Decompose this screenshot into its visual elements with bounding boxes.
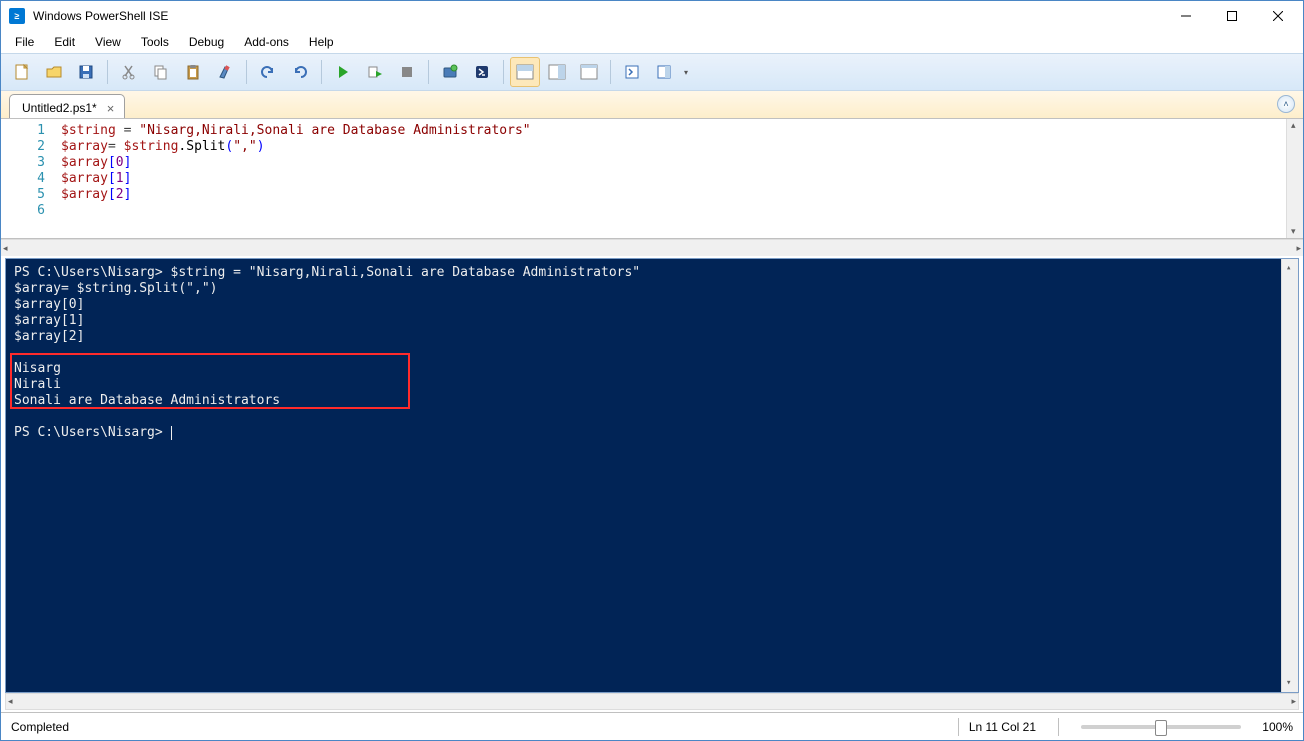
toolbar-separator: [503, 60, 504, 84]
save-icon: [77, 63, 95, 81]
app-icon: ≥: [9, 8, 25, 24]
powershell-icon: [473, 63, 491, 81]
show-script-max-button[interactable]: [574, 57, 604, 87]
stop-button[interactable]: [392, 57, 422, 87]
copy-button[interactable]: [146, 57, 176, 87]
script-tab[interactable]: Untitled2.ps1* ×: [9, 94, 125, 118]
redo-button[interactable]: [285, 57, 315, 87]
toolbar-separator: [107, 60, 108, 84]
toolbar-separator: [610, 60, 611, 84]
toolbar-overflow[interactable]: ▾: [681, 68, 691, 77]
show-script-top-button[interactable]: [510, 57, 540, 87]
remote-tab-icon: [441, 63, 459, 81]
console-pane: PS C:\Users\Nisarg> $string = "Nisarg,Ni…: [5, 258, 1299, 693]
editor-vertical-scrollbar[interactable]: [1286, 119, 1303, 238]
run-icon: [334, 63, 352, 81]
zoom-percent: 100%: [1253, 720, 1293, 734]
titlebar: ≥ Windows PowerShell ISE: [1, 1, 1303, 31]
cut-icon: [120, 63, 138, 81]
layout-right-icon: [547, 63, 567, 81]
save-button[interactable]: [71, 57, 101, 87]
new-file-icon: [13, 63, 31, 81]
output-highlight-box: [10, 353, 410, 409]
close-button[interactable]: [1255, 1, 1301, 31]
console[interactable]: PS C:\Users\Nisarg> $string = "Nisarg,Ni…: [6, 259, 1281, 692]
maximize-icon: [1227, 11, 1237, 21]
zoom-slider[interactable]: [1081, 725, 1241, 729]
copy-icon: [152, 63, 170, 81]
clear-button[interactable]: [210, 57, 240, 87]
command-pane-icon: [623, 63, 641, 81]
show-command-button[interactable]: [617, 57, 647, 87]
layout-max-icon: [579, 63, 599, 81]
paste-icon: [184, 63, 202, 81]
show-command-addon-button[interactable]: [649, 57, 679, 87]
status-bar: Completed Ln 11 Col 21 100%: [1, 712, 1303, 740]
addon-pane-icon: [655, 63, 673, 81]
script-editor[interactable]: 123456 $string = "Nisarg,Nirali,Sonali a…: [1, 119, 1286, 238]
run-selection-icon: [366, 63, 384, 81]
menu-tools[interactable]: Tools: [131, 33, 179, 51]
menu-debug[interactable]: Debug: [179, 33, 234, 51]
console-horizontal-scrollbar[interactable]: ◂▸: [5, 693, 1299, 710]
open-button[interactable]: [39, 57, 69, 87]
new-remote-tab-button[interactable]: [435, 57, 465, 87]
minimize-button[interactable]: [1163, 1, 1209, 31]
cut-button[interactable]: [114, 57, 144, 87]
start-powershell-button[interactable]: [467, 57, 497, 87]
layout-top-icon: [515, 63, 535, 81]
undo-icon: [259, 63, 277, 81]
tab-bar: Untitled2.ps1* × ˄: [1, 91, 1303, 119]
console-vertical-scrollbar[interactable]: [1281, 259, 1298, 692]
line-number-gutter: 123456: [1, 119, 57, 238]
maximize-button[interactable]: [1209, 1, 1255, 31]
menu-view[interactable]: View: [85, 33, 131, 51]
window-title: Windows PowerShell ISE: [33, 9, 1163, 23]
open-folder-icon: [45, 63, 63, 81]
run-button[interactable]: [328, 57, 358, 87]
menu-edit[interactable]: Edit: [44, 33, 85, 51]
status-text: Completed: [11, 720, 948, 734]
menu-file[interactable]: File: [5, 33, 44, 51]
menu-addons[interactable]: Add-ons: [234, 33, 299, 51]
menubar: File Edit View Tools Debug Add-ons Help: [1, 31, 1303, 53]
undo-button[interactable]: [253, 57, 283, 87]
stop-icon: [398, 63, 416, 81]
status-separator: [958, 718, 959, 736]
toolbar-separator: [428, 60, 429, 84]
show-script-right-button[interactable]: [542, 57, 572, 87]
cursor-position: Ln 11 Col 21: [969, 720, 1048, 734]
collapse-script-pane-button[interactable]: ˄: [1277, 95, 1295, 113]
toolbar-separator: [246, 60, 247, 84]
status-separator: [1058, 718, 1059, 736]
chevron-up-icon: ˄: [1283, 99, 1288, 109]
clear-icon: [216, 63, 234, 81]
tab-close-button[interactable]: ×: [105, 102, 117, 115]
close-icon: [1273, 11, 1283, 21]
code-area[interactable]: $string = "Nisarg,Nirali,Sonali are Data…: [57, 119, 1286, 238]
menu-help[interactable]: Help: [299, 33, 344, 51]
script-editor-pane: 123456 $string = "Nisarg,Nirali,Sonali a…: [1, 119, 1303, 239]
paste-button[interactable]: [178, 57, 208, 87]
editor-horizontal-scrollbar[interactable]: ◂▸: [1, 239, 1303, 256]
toolbar: ▾: [1, 53, 1303, 91]
toolbar-separator: [321, 60, 322, 84]
minimize-icon: [1181, 11, 1191, 21]
new-button[interactable]: [7, 57, 37, 87]
run-selection-button[interactable]: [360, 57, 390, 87]
tab-label: Untitled2.ps1*: [22, 101, 97, 115]
window-controls: [1163, 1, 1301, 31]
redo-icon: [291, 63, 309, 81]
